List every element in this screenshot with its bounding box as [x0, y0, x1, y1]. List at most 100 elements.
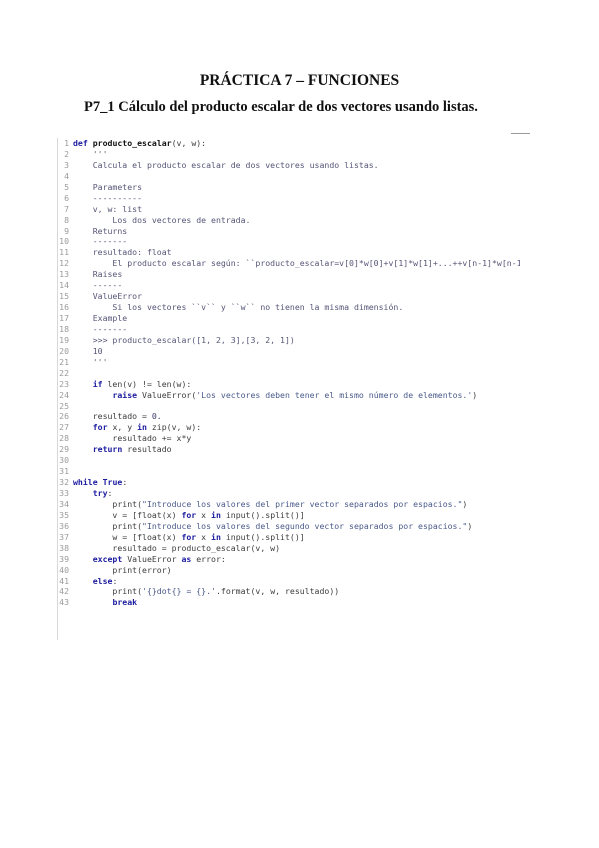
line-number: 28 [59, 433, 69, 444]
code-line: 19 >>> producto_escalar([1, 2, 3],[3, 2,… [58, 335, 520, 346]
line-number: 22 [59, 367, 69, 378]
line-text: resultado: float [73, 247, 172, 258]
page-title: PRÁCTICA 7 – FUNCIONES [199, 72, 400, 89]
line-text: resultado = producto_escalar(v, w) [73, 542, 281, 553]
line-text: w = [float(x) for x in input().split()] [73, 531, 305, 542]
code-line: 33 try: [58, 488, 520, 499]
line-number: 13 [59, 269, 69, 280]
line-text: Raises [73, 269, 123, 280]
line-number: 33 [59, 488, 69, 498]
code-line: 22 [58, 368, 520, 379]
code-line: 3 Calcula el producto escalar de dos vec… [58, 160, 520, 171]
code-line: 23 if len(v) != len(w): [58, 379, 520, 390]
code-line: 43 break [58, 597, 520, 608]
line-text: ''' [73, 356, 108, 367]
line-number: 39 [59, 553, 69, 564]
line-text: ------- [73, 323, 128, 334]
code-line: 9 Returns [58, 226, 520, 237]
line-text: def producto_escalar(v, w): [73, 138, 207, 148]
line-number: 32 [59, 477, 69, 488]
line-text: ---------- [73, 192, 143, 203]
line-text: while True: [73, 477, 128, 488]
line-text: for x, y in zip(v, w): [92, 422, 202, 433]
line-number: 1 [64, 138, 69, 148]
line-text: >>> producto_escalar([1, 2, 3],[3, 2, 1]… [73, 334, 295, 345]
code-line: 36 print("Introduce los valores del segu… [58, 521, 520, 532]
line-number: 15 [59, 291, 69, 302]
line-number: 20 [59, 345, 69, 356]
line-text: resultado += x*y [73, 433, 192, 444]
line-number: 3 [64, 159, 69, 170]
line-text: print("Introduce los valores del segundo… [73, 520, 473, 531]
code-line: 20 10 [58, 346, 520, 357]
line-text: Calcula el producto escalar de dos vecto… [73, 159, 379, 170]
code-line: 24 raise ValueError('Los vectores deben … [58, 390, 520, 401]
line-text: else: [92, 575, 118, 586]
code-line: 21 ''' [58, 357, 520, 368]
code-line: 17 Example [58, 313, 520, 324]
code-line: 38 resultado = producto_escalar(v, w) [58, 543, 520, 554]
code-line: 25 [58, 401, 520, 412]
line-number: 4 [64, 170, 69, 181]
code-line: 8 Los dos vectores de entrada. [58, 215, 520, 226]
code-line: 37 w = [float(x) for x in input().split(… [58, 532, 520, 543]
line-text: ''' [73, 148, 108, 159]
code-line: 1 def producto_escalar(v, w): [58, 138, 520, 149]
code-line: 18 ------- [58, 324, 520, 335]
line-text: ------- [73, 236, 128, 247]
line-number: 17 [59, 313, 69, 323]
line-text: return resultado [92, 444, 172, 455]
code-listing: 1 def producto_escalar(v, w): 2 ''' 3 Calcu… [57, 138, 520, 640]
line-text: 10 [73, 345, 103, 356]
code-line: 6 ---------- [58, 193, 520, 204]
line-number: 9 [64, 225, 69, 236]
line-number: 23 [59, 378, 69, 389]
line-number: 26 [59, 411, 69, 422]
code-line: 10 ------- [58, 236, 520, 247]
line-number: 43 [59, 597, 69, 608]
code-line: 34 print("Introduce los valores del prim… [58, 499, 520, 510]
line-number: 40 [59, 564, 69, 575]
line-number: 36 [59, 520, 69, 531]
line-text: ------ [73, 280, 123, 291]
line-text: print("Introduce los valores del primer … [73, 498, 468, 509]
code-line: 13 Raises [58, 269, 520, 280]
line-number: 29 [59, 444, 69, 455]
line-number: 21 [59, 356, 69, 367]
line-number: 6 [64, 192, 69, 203]
code-line: 41 else: [58, 576, 520, 587]
code-line: 30 [58, 455, 520, 466]
code-line: 27 for x, y in zip(v, w): [58, 422, 520, 433]
line-number: 37 [59, 531, 69, 542]
line-text: except ValueError as error: [92, 553, 226, 564]
code-line: 12 El producto escalar según: ``producto… [58, 258, 520, 269]
line-number: 41 [59, 575, 69, 586]
line-number: 27 [59, 422, 69, 433]
line-number: 16 [59, 302, 69, 313]
line-text: try: [92, 488, 113, 498]
line-text: break [112, 597, 138, 608]
code-line: 14 ------ [58, 280, 520, 291]
line-number: 30 [59, 455, 69, 466]
line-text: v, w: list [73, 203, 143, 214]
code-line: 4 [58, 171, 520, 182]
line-text: Si los vectores ``v`` y ``w`` no tienen … [73, 302, 404, 313]
code-line: 5 Parameters [58, 182, 520, 193]
line-number: 34 [59, 498, 69, 509]
line-text: raise ValueError('Los vectores deben ten… [112, 389, 478, 400]
line-text: Los dos vectores de entrada. [73, 214, 251, 225]
line-text: if len(v) != len(w): [92, 378, 192, 389]
line-text: Parameters [73, 181, 143, 192]
code-line: 7 v, w: list [58, 204, 520, 215]
line-text: ValueError [73, 291, 143, 302]
line-text: print(error) [73, 564, 172, 575]
code-line: 26 resultado = 0. [58, 411, 520, 422]
line-number: 38 [59, 542, 69, 553]
code-line: 16 Si los vectores ``v`` y ``w`` no tien… [58, 302, 520, 313]
code-line: 29 return resultado [58, 444, 520, 455]
line-number: 24 [59, 389, 69, 400]
code-line: 15 ValueError [58, 291, 520, 302]
section-subtitle: P7_1 Cálculo del producto escalar de dos… [84, 99, 478, 115]
divider [511, 133, 530, 134]
code-line: 42 print('{}dot{} = {}.'.format(v, w, re… [58, 586, 520, 597]
